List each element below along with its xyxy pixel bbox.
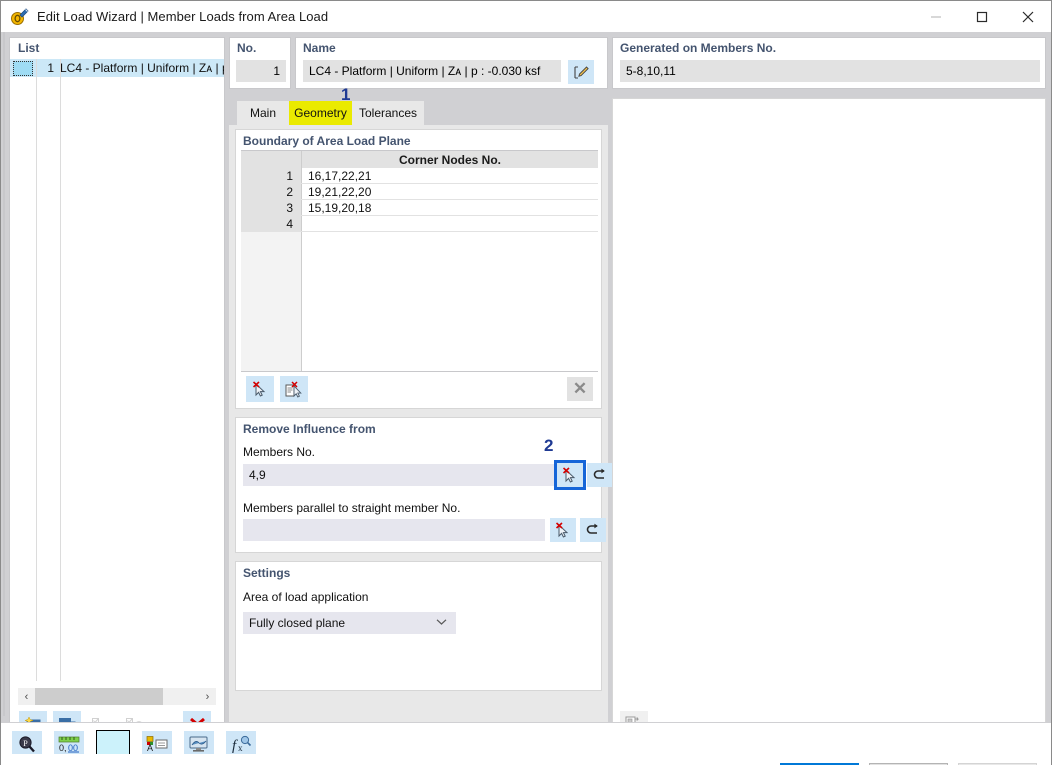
list-column-separator-1 — [36, 59, 37, 681]
table-row-number: 4 — [241, 216, 302, 231]
dialog-footer: OK Cancel Apply — [1, 754, 1051, 765]
monitor-icon[interactable] — [184, 731, 214, 757]
tab-strip: Main Geometry Tolerances — [229, 101, 608, 125]
tab-tolerances-label: Tolerances — [359, 106, 417, 120]
table-row[interactable]: 4 — [241, 216, 598, 232]
parallel-pick-button[interactable] — [550, 518, 576, 542]
svg-text:P: P — [23, 739, 28, 748]
list-horizontal-scrollbar[interactable]: ‹ › — [18, 688, 216, 705]
table-row-number: 1 — [241, 168, 302, 183]
no-input[interactable]: 1 — [236, 60, 286, 82]
name-field-group: Name LC4 - Platform | Uniform | Zᴀ | p :… — [295, 37, 608, 89]
table-filler-gutter — [241, 232, 302, 371]
table-header-corner-nodes: Corner Nodes No. — [302, 151, 598, 168]
dialog-body: List 1 LC4 - Platform | Uniform | Zᴀ | p… — [1, 32, 1051, 764]
window-title: Edit Load Wizard | Member Loads from Are… — [37, 9, 328, 24]
table-cell-corner-nodes[interactable]: 16,17,22,21 — [302, 168, 598, 183]
wizard-hat-icon — [9, 7, 29, 27]
area-of-load-application-label: Area of load application — [243, 590, 368, 604]
members-parallel-label: Members parallel to straight member No. — [243, 501, 460, 515]
geometry-tab-page: Boundary of Area Load Plane Corner Nodes… — [229, 125, 608, 743]
no-field-label: No. — [230, 38, 290, 55]
members-reset-button[interactable] — [587, 463, 613, 487]
pick-cursor-icon[interactable] — [246, 376, 274, 402]
members-parallel-input[interactable] — [243, 519, 545, 541]
preview-panel[interactable] — [612, 98, 1046, 743]
table-cell-corner-nodes[interactable]: 15,19,20,18 — [302, 200, 598, 215]
boundary-group-title: Boundary of Area Load Plane — [236, 130, 601, 148]
title-bar: Edit Load Wizard | Member Loads from Are… — [1, 1, 1051, 32]
annotation-badge-2: 2 — [544, 436, 553, 456]
list-panel: List 1 LC4 - Platform | Uniform | Zᴀ | p… — [9, 37, 225, 743]
generated-on-members-value: 5-8,10,11 — [620, 60, 1040, 82]
table-row[interactable]: 1 16,17,22,21 — [241, 168, 598, 184]
pick-list-cursor-icon[interactable] — [280, 376, 308, 402]
table-empty-area — [241, 232, 598, 371]
focus-highlight-ring — [554, 460, 586, 490]
table-row[interactable]: 3 15,19,20,18 — [241, 200, 598, 216]
list-rows: 1 LC4 - Platform | Uniform | Zᴀ | p : — [10, 59, 224, 681]
name-field-label: Name — [296, 38, 607, 55]
chevron-down-icon — [436, 617, 447, 629]
members-no-label: Members No. — [243, 445, 315, 459]
clear-table-button[interactable]: ✕ — [567, 377, 593, 401]
settings-group-title: Settings — [236, 562, 601, 580]
settings-group: Settings Area of load application Fully … — [235, 561, 602, 691]
scrollbar-thumb[interactable] — [35, 688, 163, 705]
minimize-button[interactable] — [913, 1, 959, 32]
remove-influence-title: Remove Influence from — [236, 418, 601, 436]
legend-properties-icon[interactable]: A — [142, 731, 172, 757]
magnifier-icon[interactable]: P — [12, 731, 42, 757]
table-filler-body — [302, 232, 598, 371]
list-item-number: 1 — [36, 61, 54, 75]
table-cell-corner-nodes[interactable] — [302, 216, 598, 231]
tab-geometry-label: Geometry — [294, 106, 347, 120]
units-0-00-icon[interactable]: 0, 00 — [54, 731, 84, 757]
list-item[interactable]: 1 LC4 - Platform | Uniform | Zᴀ | p : — [10, 59, 224, 77]
members-no-input[interactable]: 4,9 — [243, 464, 554, 486]
generated-on-members-group: Generated on Members No. 5-8,10,11 — [612, 37, 1046, 89]
function-icon[interactable]: f x — [226, 731, 256, 757]
tab-main[interactable]: Main — [237, 101, 289, 125]
tab-main-label: Main — [250, 106, 276, 120]
table-cell-corner-nodes[interactable]: 19,21,22,20 — [302, 184, 598, 199]
name-input[interactable]: LC4 - Platform | Uniform | Zᴀ | p : -0.0… — [303, 60, 561, 82]
row-selection-box[interactable] — [13, 61, 33, 76]
middle-panel: No. 1 Name LC4 - Platform | Uniform | Zᴀ… — [229, 37, 608, 743]
table-header-row: Corner Nodes No. — [241, 151, 598, 168]
close-button[interactable] — [1005, 1, 1051, 32]
table-header-rowno — [241, 151, 302, 168]
area-of-load-application-value: Fully closed plane — [249, 616, 345, 630]
window-controls — [913, 1, 1051, 32]
boundary-of-area-load-plane-group: Boundary of Area Load Plane Corner Nodes… — [235, 129, 602, 409]
generated-on-members-label: Generated on Members No. — [613, 38, 1045, 55]
edit-load-wizard-window: Edit Load Wizard | Member Loads from Are… — [0, 0, 1052, 765]
svg-text:x: x — [238, 743, 243, 753]
corner-nodes-table[interactable]: Corner Nodes No. 1 16,17,22,21 2 19,21,2… — [241, 150, 598, 372]
vertical-splitter[interactable] — [3, 32, 5, 716]
edit-pencil-icon[interactable] — [568, 60, 594, 84]
tab-tolerances[interactable]: Tolerances — [352, 101, 424, 125]
scrollbar-track[interactable] — [163, 688, 199, 705]
list-item-label: LC4 - Platform | Uniform | Zᴀ | p : — [60, 61, 224, 75]
no-field-group: No. 1 — [229, 37, 291, 89]
area-of-load-application-select[interactable]: Fully closed plane — [243, 612, 456, 634]
scroll-right-arrow-icon[interactable]: › — [199, 688, 216, 705]
scroll-left-arrow-icon[interactable]: ‹ — [18, 688, 35, 705]
table-row-number: 3 — [241, 200, 302, 215]
svg-text:A: A — [147, 743, 153, 753]
remove-influence-from-group: Remove Influence from Members No. 4,9 — [235, 417, 602, 553]
list-column-separator-2 — [60, 59, 61, 681]
maximize-button[interactable] — [959, 1, 1005, 32]
svg-text:0,: 0, — [59, 743, 67, 753]
corner-nodes-toolbar: ✕ — [241, 374, 598, 404]
parallel-reset-button[interactable] — [580, 518, 606, 542]
table-row-number: 2 — [241, 184, 302, 199]
table-row[interactable]: 2 19,21,22,20 — [241, 184, 598, 200]
annotation-badge-1: 1 — [341, 85, 350, 105]
list-panel-title: List — [10, 38, 224, 58]
